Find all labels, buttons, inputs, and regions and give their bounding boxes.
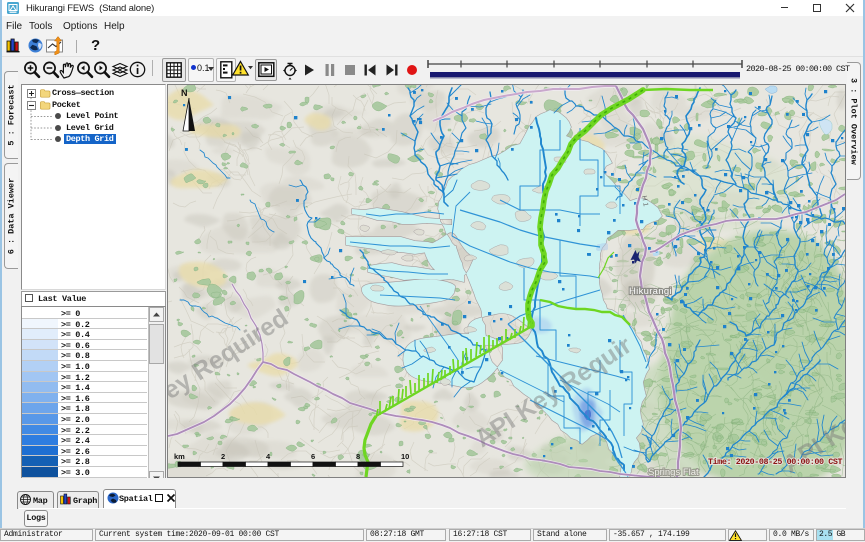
svg-text:Hikurangi: Hikurangi <box>629 286 672 297</box>
svg-text:6: 6 <box>311 452 315 461</box>
svg-text:2: 2 <box>221 452 225 461</box>
svg-text:km: km <box>174 452 185 461</box>
svg-text:Springs Flat: Springs Flat <box>648 467 699 477</box>
svg-text:Time: 2020-08-25 00:00:00 CST: Time: 2020-08-25 00:00:00 CST <box>708 457 843 467</box>
svg-text:10: 10 <box>401 452 409 461</box>
svg-text:N: N <box>181 88 188 98</box>
svg-text:8: 8 <box>356 452 360 461</box>
